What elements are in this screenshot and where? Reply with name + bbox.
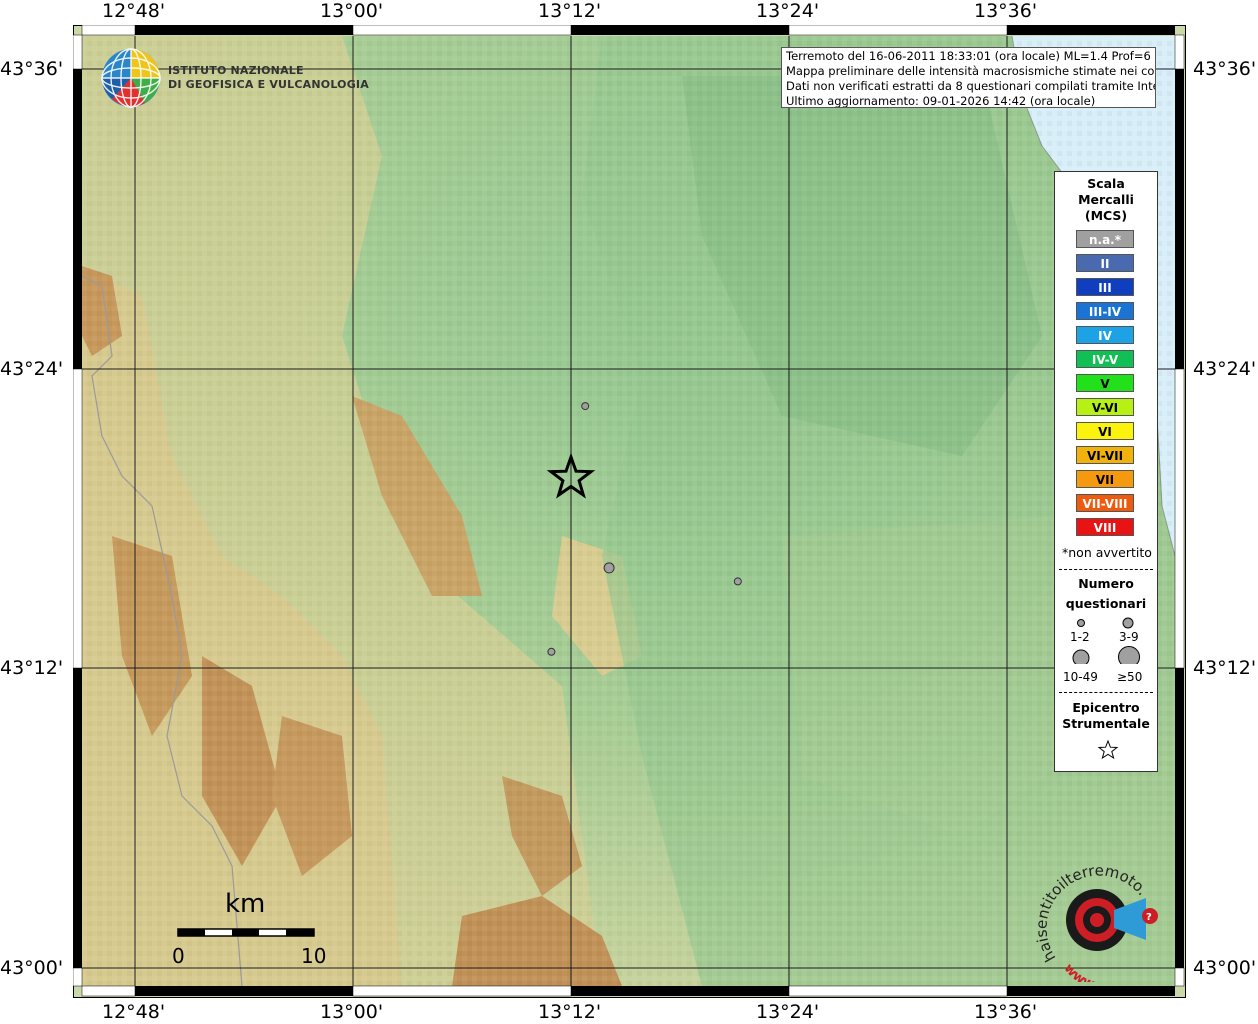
earthquake-info-box: Terremoto del 16-06-2011 18:33:01 (ora l…: [781, 47, 1156, 108]
info-line-map-type: Mappa preliminare delle intensità macros…: [786, 64, 1156, 78]
lat-label-left-3: 43°12': [0, 657, 64, 679]
lat-label-right-3: 43°12': [1193, 657, 1257, 679]
haisentito-www-text: www.: [1061, 961, 1099, 982]
intensity-swatch: III-IV: [1076, 302, 1134, 320]
intensity-swatch: VI: [1076, 422, 1134, 440]
info-line-updated: Ultimo aggiornamento: 09-01-2026 14:42 (…: [786, 94, 1096, 108]
intensity-swatch: IV-V: [1076, 350, 1134, 368]
intensity-swatch: II: [1076, 254, 1134, 272]
intensity-swatch: III: [1076, 278, 1134, 296]
info-line-event: Terremoto del 16-06-2011 18:33:01 (ora l…: [786, 49, 1156, 63]
intensity-swatch: V: [1076, 374, 1134, 392]
ingv-name-line2: DI GEOFISICA E VULCANOLOGIA: [168, 78, 369, 91]
frame-border: [73, 25, 1185, 997]
count-symbol-50-plus: [1118, 646, 1140, 664]
lat-label-left-2: 43°24': [0, 358, 64, 380]
scalebar-end-label: 10: [301, 944, 327, 968]
intensity-swatch: VII-VIII: [1076, 494, 1134, 512]
lon-label-bottom-3: 13°12': [538, 1001, 602, 1023]
legend-divider-1: [1059, 569, 1153, 570]
haisentito-logo: ? haisentitoilterremoto.it www.: [1034, 858, 1158, 982]
lon-label-top-2: 13°00': [320, 0, 384, 22]
lon-label-bottom-4: 13°24': [756, 1001, 820, 1023]
intensity-swatch: VI-VII: [1076, 446, 1134, 464]
count-symbol-10-49: [1072, 649, 1090, 664]
legend-scale-title: Scala Mercalli (MCS): [1078, 176, 1134, 223]
intensity-swatch: n.a.*: [1076, 230, 1134, 248]
info-line-data-source: Dati non verificati estratti da 8 questi…: [786, 79, 1156, 93]
intensity-swatch: VII: [1076, 470, 1134, 488]
count-symbol-3-9: [1122, 617, 1134, 629]
epicenter-legend-star-icon: [1097, 739, 1119, 760]
not-felt-note: *non avvertito: [1062, 545, 1152, 560]
scalebar: [177, 928, 315, 937]
lon-label-top-4: 13°24': [756, 0, 820, 22]
lon-label-bottom-5: 13°36': [974, 1001, 1038, 1023]
lon-label-top-3: 13°12': [538, 0, 602, 22]
count-symbol-1-2: [1077, 619, 1085, 627]
lon-label-bottom-1: 12°48': [102, 1001, 166, 1023]
ingv-name-line1: ISTITUTO NAZIONALE: [168, 64, 304, 77]
ingv-globe-logo: [101, 48, 161, 108]
lat-label-right-1: 43°36': [1193, 58, 1257, 80]
lat-label-right-2: 43°24': [1193, 358, 1257, 380]
svg-text:?: ?: [1146, 912, 1152, 923]
intensity-swatch: V-VI: [1076, 398, 1134, 416]
lon-label-top-1: 12°48': [102, 0, 166, 22]
count-label-1-2: 1-2: [1070, 630, 1090, 644]
legend-panel: Scala Mercalli (MCS) n.a.* II III III-IV IV I…: [1054, 171, 1158, 772]
scalebar-unit: km: [225, 889, 266, 919]
intensity-swatch: VIII: [1076, 518, 1134, 536]
scalebar-start-label: 0: [172, 944, 185, 968]
lon-label-bottom-2: 13°00': [320, 1001, 384, 1023]
epicenter-legend-title: Epicentro Strumentale: [1062, 700, 1150, 731]
lat-label-left-4: 43°00': [0, 957, 64, 979]
count-label-3-9: 3-9: [1119, 630, 1139, 644]
lat-label-left-1: 43°36': [0, 58, 64, 80]
count-title: Numero questionari: [1065, 576, 1147, 611]
lat-label-right-4: 43°00': [1193, 957, 1257, 979]
lon-label-top-5: 13°36': [974, 0, 1038, 22]
intensity-swatch: IV: [1076, 326, 1134, 344]
